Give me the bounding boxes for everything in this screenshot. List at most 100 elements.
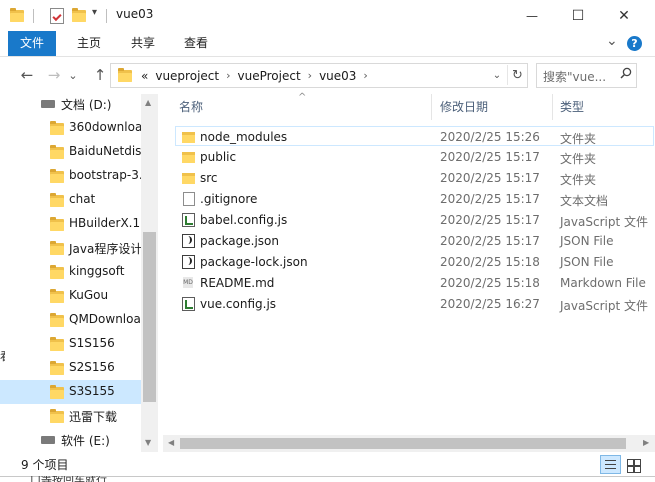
forward-arrow-icon[interactable]: →	[44, 65, 64, 85]
breadcrumb-vueproject[interactable]: vueproject	[155, 69, 219, 83]
sidebar-drive[interactable]: 软件 (E:)	[0, 428, 141, 452]
json-icon	[182, 255, 195, 269]
folder-icon	[50, 313, 64, 328]
file-name: package-lock.json	[200, 255, 308, 269]
minimize-button[interactable]: —	[509, 0, 555, 31]
breadcrumb-vueProject[interactable]: vueProject	[238, 69, 301, 83]
tab-view[interactable]: 查看	[172, 31, 220, 56]
navigation-scrollbar[interactable]: ▲ ▼	[141, 94, 158, 452]
title-separator-2	[106, 9, 107, 23]
breadcrumb-separator-icon: ›	[226, 69, 231, 82]
sidebar-folder[interactable]: S2S156	[0, 356, 141, 380]
file-row[interactable]: public 2020/2/25 15:17 文件夹	[176, 147, 655, 168]
close-button[interactable]: ✕	[601, 0, 647, 31]
file-row[interactable]: src 2020/2/25 15:17 文件夹	[176, 168, 655, 189]
sidebar-item-label: S2S156	[69, 360, 115, 374]
file-row[interactable]: babel.config.js 2020/2/25 15:17 JavaScript…	[176, 210, 655, 231]
scroll-down-icon[interactable]: ▼	[145, 438, 151, 447]
refresh-icon[interactable]: ↻	[507, 65, 527, 85]
sidebar-item-label: HBuilderX.1.	[69, 216, 144, 230]
details-view-button[interactable]	[600, 455, 621, 474]
sidebar-folder[interactable]: Java程序设计	[0, 236, 142, 260]
file-row[interactable]: package-lock.json 2020/2/25 15:18 JSON Fil…	[176, 252, 655, 273]
sidebar-folder[interactable]: 迅雷下载	[0, 404, 141, 428]
file-row[interactable]: .gitignore 2020/2/25 15:17 文本文档	[176, 189, 655, 210]
tab-share[interactable]: 共享	[119, 31, 167, 56]
column-header-name[interactable]: 名称	[179, 94, 429, 120]
folder-icon	[50, 265, 64, 280]
folder-icon	[182, 172, 195, 185]
sidebar-folder[interactable]: bootstrap-3.	[0, 164, 143, 188]
sidebar-folder[interactable]: kinggsoft	[0, 260, 141, 284]
tab-home[interactable]: 主页	[65, 31, 113, 56]
file-type: JavaScript 文件	[560, 215, 648, 229]
column-divider[interactable]	[431, 94, 432, 120]
sidebar-drive[interactable]: 文档 (D:)	[0, 94, 141, 116]
sidebar-item-label: S1S156	[69, 336, 115, 350]
sidebar-folder[interactable]: S1S156	[0, 332, 141, 356]
navigation-pane: 文档 (D:) 360downloa BaiduNetdis bootstrap-3.…	[0, 94, 158, 452]
sidebar-item-label: chat	[69, 192, 96, 206]
breadcrumb-overflow[interactable]: «	[141, 69, 148, 83]
file-list: ^ 名称 修改日期 类型 node_modules 2020/2/25 15:26…	[163, 92, 655, 452]
horizontal-scrollbar[interactable]: ◀ ▶	[163, 435, 655, 452]
column-header-type[interactable]: 类型	[560, 94, 655, 120]
file-explorer-window: ▾ vue03 — ☐ ✕ 文件 主页 共享 查看 ⌄ ? ← → ⌄ ↑ « …	[0, 0, 655, 477]
file-row[interactable]: node_modules 2020/2/25 15:26 文件夹	[175, 126, 654, 146]
file-type: 文件夹	[560, 152, 597, 166]
ribbon-expand-icon[interactable]: ⌄	[606, 33, 618, 49]
folder-icon	[50, 193, 64, 208]
file-name: .gitignore	[200, 192, 258, 206]
scroll-right-icon[interactable]: ▶	[643, 438, 649, 447]
breadcrumb-separator-icon: ›	[307, 69, 313, 82]
navigation-bar: ← → ⌄ ↑ « vueproject › vueProject › vue0…	[0, 57, 655, 94]
sidebar-folder[interactable]: S3S155	[0, 380, 141, 404]
column-header-date[interactable]: 修改日期	[440, 94, 550, 120]
search-input[interactable]: 搜索"vue...	[536, 63, 637, 88]
quick-access-customize-icon[interactable]: ▾	[92, 7, 97, 18]
sidebar-folder[interactable]: HBuilderX.1.	[0, 212, 144, 236]
tab-file[interactable]: 文件	[8, 31, 56, 56]
scroll-left-icon[interactable]: ◀	[168, 438, 174, 447]
file-row[interactable]: package.json 2020/2/25 15:17 JSON File	[176, 231, 655, 252]
sidebar-folder[interactable]: 360downloa	[0, 116, 142, 140]
file-name: README.md	[200, 276, 275, 290]
sidebar-item-label: KuGou	[69, 288, 109, 302]
horizontal-scroll-thumb[interactable]	[180, 438, 626, 449]
breadcrumb-vue03[interactable]: vue03	[319, 69, 356, 83]
file-row[interactable]: vue.config.js 2020/2/25 16:27 JavaScript 文…	[176, 294, 655, 315]
file-name: public	[200, 150, 237, 164]
file-type: 文件夹	[560, 173, 597, 187]
file-date: 2020/2/25 15:18	[440, 276, 540, 290]
js-icon	[182, 297, 195, 311]
large-icons-view-button[interactable]	[623, 455, 644, 474]
sidebar-folder[interactable]: chat	[0, 188, 141, 212]
file-date: 2020/2/25 15:17	[440, 171, 540, 185]
up-arrow-icon[interactable]: ↑	[90, 65, 110, 85]
help-icon[interactable]: ?	[627, 36, 642, 51]
column-divider[interactable]	[552, 94, 553, 120]
recent-locations-icon[interactable]: ⌄	[66, 65, 80, 85]
sidebar-folder[interactable]: QMDownloa	[0, 308, 141, 332]
sidebar-item-label: kinggsoft	[69, 264, 125, 278]
file-type: Markdown File	[560, 276, 646, 290]
folder-icon	[182, 131, 195, 144]
quick-access-properties-icon[interactable]	[50, 8, 64, 24]
item-count: 9 个项目	[21, 458, 69, 472]
window-title: vue03	[116, 7, 154, 21]
scroll-up-icon[interactable]: ▲	[145, 98, 151, 107]
file-date: 2020/2/25 15:17	[440, 234, 540, 248]
vertical-scroll-thumb[interactable]	[143, 232, 156, 402]
folder-icon	[50, 121, 64, 136]
maximize-button[interactable]: ☐	[555, 0, 601, 31]
folder-icon	[50, 217, 64, 232]
file-type: JSON File	[560, 255, 614, 269]
file-name: vue.config.js	[200, 297, 277, 311]
file-type: 文件夹	[560, 132, 597, 146]
address-dropdown-icon[interactable]: ⌄	[488, 66, 506, 84]
address-bar[interactable]: « vueproject › vueProject › vue03 › ⌄ ↻	[110, 63, 528, 88]
sidebar-folder[interactable]: KuGou	[0, 284, 141, 308]
back-arrow-icon[interactable]: ←	[17, 65, 37, 85]
file-row[interactable]: MD README.md 2020/2/25 15:18 Markdown File	[176, 273, 655, 294]
sidebar-folder[interactable]: BaiduNetdis	[0, 140, 141, 164]
